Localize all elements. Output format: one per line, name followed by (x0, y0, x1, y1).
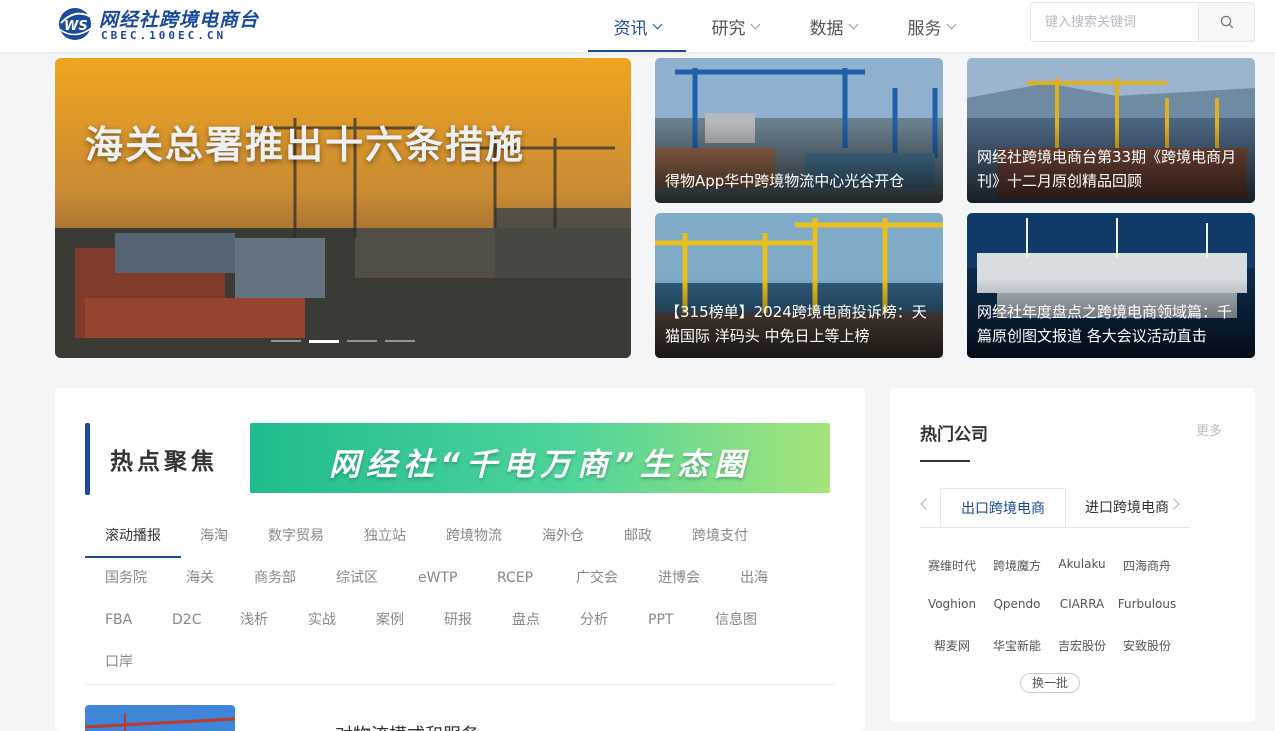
tab-export[interactable]: 出口跨境电商 (940, 488, 1066, 527)
hot-topics-header: 热点聚焦 (85, 423, 250, 495)
nav-item-news[interactable]: 资讯 (588, 0, 686, 52)
article-image (85, 705, 235, 731)
company-item[interactable]: 帮麦网 (919, 637, 985, 654)
news-card[interactable]: 网经社年度盘点之跨境电商领域篇：千篇原创图文报道 各大会议活动直击 (967, 213, 1255, 358)
tag-item[interactable]: 独立站 (364, 515, 406, 557)
nav-item-services[interactable]: 服务 (882, 0, 980, 52)
card-title: 网经社年度盘点之跨境电商领域篇：千篇原创图文报道 各大会议活动直击 (977, 303, 1233, 345)
nav-item-label: 数据 (809, 18, 844, 39)
tag-item[interactable]: 实战 (308, 599, 336, 641)
tag-item[interactable]: PPT (648, 599, 673, 641)
company-item[interactable]: 吉宏股份 (1049, 637, 1115, 654)
logo-text-cn: 网经社跨境电商台 (99, 9, 260, 31)
nav-item-research[interactable]: 研究 (686, 0, 784, 52)
news-card[interactable]: 得物App华中跨境物流中心光谷开仓 (655, 58, 943, 203)
hero-title: 海关总署推出十六条措施 (85, 123, 526, 167)
company-item[interactable]: Furbulous (1114, 597, 1180, 611)
tag-item[interactable]: 邮政 (624, 515, 652, 557)
article-title-preview[interactable]: 对物流模式和服务… (335, 721, 497, 731)
news-card[interactable]: 网经社跨境电商台第33期《跨境电商月刊》十二月原创精品回顾 (967, 58, 1255, 203)
more-link[interactable]: 更多 (1196, 420, 1222, 439)
chevron-down-icon (750, 19, 760, 29)
tag-item[interactable]: 跨境支付 (692, 515, 748, 557)
section-accent-bar (85, 423, 90, 495)
tag-item[interactable]: 研报 (444, 599, 472, 641)
slide-dot[interactable] (385, 340, 415, 342)
tag-item[interactable]: 信息图 (715, 599, 757, 641)
hot-topics-panel: 热点聚焦 网经社“千电万商”生态圈 滚动播报 海淘 数字贸易 独立站 跨境物流 … (55, 388, 865, 731)
slide-dot-active[interactable] (309, 339, 339, 343)
chevron-down-icon (848, 19, 858, 29)
tag-item[interactable]: 浅析 (240, 599, 268, 641)
company-item[interactable]: Akulaku (1049, 557, 1115, 571)
chevron-down-icon (652, 19, 662, 29)
promo-banner[interactable]: 网经社“千电万商”生态圈 (250, 423, 830, 493)
tag-item[interactable]: 案例 (376, 599, 404, 641)
divider (85, 684, 835, 685)
tag-item[interactable]: RCEP (497, 557, 533, 599)
main-nav: 资讯 研究 数据 服务 (588, 0, 980, 52)
search-button[interactable] (1198, 2, 1255, 42)
section-title: 热点聚焦 (110, 449, 218, 475)
slide-dot[interactable] (271, 340, 301, 342)
card-title: 【315榜单】2024跨境电商投诉榜：天猫国际 洋码头 中免日上等上榜 (665, 303, 927, 345)
chevron-down-icon (946, 19, 956, 29)
tag-item[interactable]: 综试区 (336, 557, 378, 599)
hero-slide[interactable]: 海关总署推出十六条措施 (55, 58, 631, 358)
card-title: 得物App华中跨境物流中心光谷开仓 (665, 172, 905, 190)
tag-item[interactable]: 广交会 (576, 557, 618, 599)
tag-item[interactable]: 进博会 (658, 557, 700, 599)
company-item[interactable]: 四海商舟 (1114, 557, 1180, 574)
tag-item[interactable]: 盘点 (512, 599, 540, 641)
tag-item[interactable]: 出海 (740, 557, 768, 599)
tag-item[interactable]: 海关 (186, 557, 214, 599)
company-item[interactable]: 华宝新能 (984, 637, 1050, 654)
hot-companies-panel: 热门公司 更多 出口跨境电商 进口跨境电商 赛维时代 跨境魔方 Akulaku … (890, 388, 1255, 722)
tag-item[interactable]: 口岸 (105, 641, 133, 683)
tag-item[interactable]: 数字贸易 (268, 515, 324, 557)
promo-text: 网经社“千电万商”生态圈 (329, 447, 751, 483)
search-icon (1220, 15, 1233, 29)
company-tabs: 出口跨境电商 进口跨境电商 (920, 488, 1190, 528)
logo-text-en: CBEC.100EC.CN (101, 29, 227, 42)
nav-item-label: 服务 (907, 18, 942, 39)
company-item[interactable]: CIARRA (1049, 597, 1115, 611)
tab-import[interactable]: 进口跨境电商 (1065, 488, 1189, 527)
company-item[interactable]: 赛维时代 (919, 557, 985, 574)
tag-item[interactable]: 海淘 (200, 515, 228, 557)
card-title: 网经社跨境电商台第33期《跨境电商月刊》十二月原创精品回顾 (977, 148, 1237, 190)
company-item[interactable]: Qpendo (984, 597, 1050, 611)
tag-item[interactable]: 商务部 (254, 557, 296, 599)
company-item[interactable]: Voghion (919, 597, 985, 611)
company-item[interactable]: 跨境魔方 (984, 557, 1050, 574)
slide-dot[interactable] (347, 340, 377, 342)
hero-image (55, 58, 631, 358)
tag-item[interactable]: 国务院 (105, 557, 147, 599)
site-header: WS 网经社跨境电商台 CBEC.100EC.CN 资讯 研究 数据 服务 (0, 0, 1275, 52)
search-box (1030, 2, 1255, 42)
news-card[interactable]: 【315榜单】2024跨境电商投诉榜：天猫国际 洋码头 中免日上等上榜 (655, 213, 943, 358)
article-thumbnail[interactable] (85, 705, 235, 731)
nav-item-label: 研究 (711, 18, 746, 39)
tag-scrolling[interactable]: 滚动播报 (105, 515, 161, 557)
svg-text:WS: WS (64, 19, 88, 34)
tag-item[interactable]: FBA (105, 599, 132, 641)
title-underline (920, 460, 970, 462)
tag-item[interactable]: eWTP (418, 557, 457, 599)
tag-item[interactable]: 跨境物流 (446, 515, 502, 557)
tag-item[interactable]: 海外仓 (542, 515, 584, 557)
tag-item[interactable]: D2C (172, 599, 201, 641)
site-logo[interactable]: WS 网经社跨境电商台 CBEC.100EC.CN (55, 3, 285, 47)
nav-item-label: 资讯 (613, 18, 648, 39)
refresh-button[interactable]: 换一批 (1020, 673, 1080, 693)
company-item[interactable]: 安致股份 (1114, 637, 1180, 654)
nav-item-data[interactable]: 数据 (784, 0, 882, 52)
tag-item[interactable]: 分析 (580, 599, 608, 641)
search-input[interactable] (1030, 2, 1198, 42)
globe-logo-icon: WS (58, 8, 94, 40)
slide-indicators (271, 339, 415, 343)
panel-title: 热门公司 (920, 425, 988, 445)
